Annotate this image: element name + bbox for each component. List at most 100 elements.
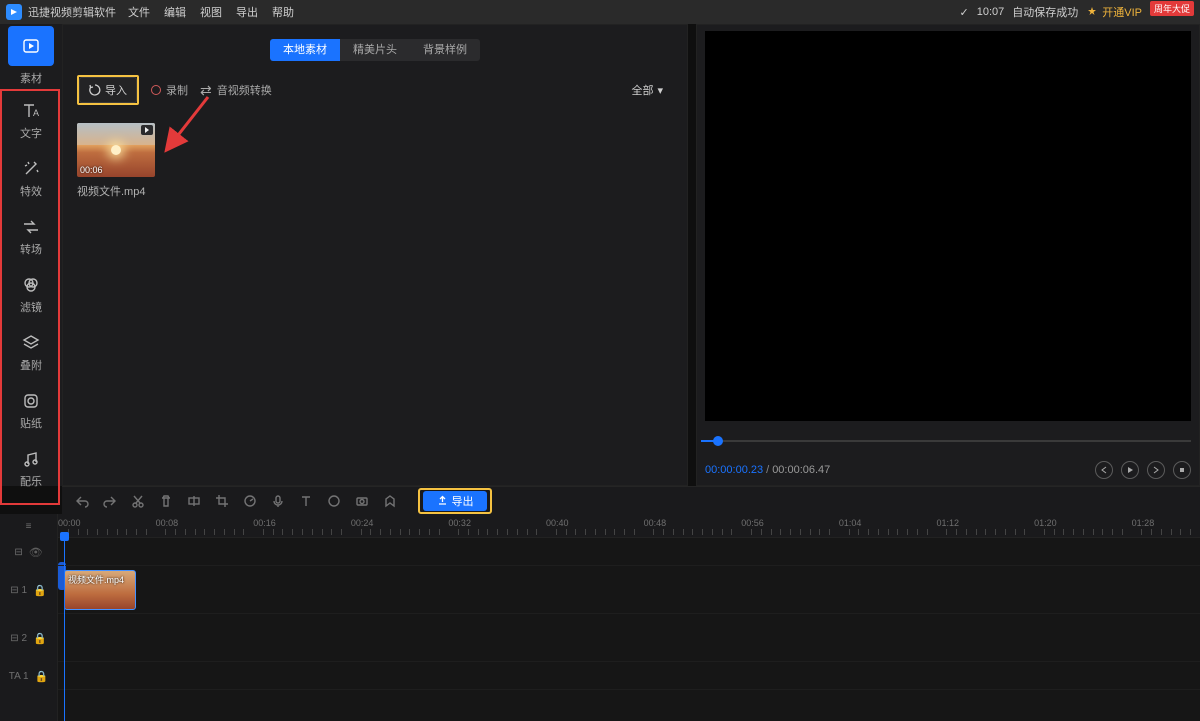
timeline-toolbar: 导出 (62, 486, 1200, 514)
stop-button[interactable] (1173, 461, 1191, 479)
annotation-export-box: 导出 (418, 488, 492, 514)
convert-icon: ⇄ (200, 82, 212, 99)
layers-icon (21, 333, 41, 353)
vip-button[interactable]: 开通VIP (1086, 4, 1142, 20)
music-icon (21, 449, 41, 469)
sidebar-item-sticker[interactable]: 贴纸 (0, 382, 62, 440)
record-button[interactable]: 录制 (151, 82, 188, 98)
media-clip-thumbnail[interactable]: 00:06 (77, 123, 155, 177)
clip-filename: 视频文件.mp4 (77, 183, 673, 199)
menu-edit[interactable]: 编辑 (164, 4, 186, 20)
tab-local[interactable]: 本地素材 (270, 39, 340, 61)
ruler-tick: 00:40 (546, 518, 569, 528)
play-icon (21, 36, 41, 56)
menu-file[interactable]: 文件 (128, 4, 150, 20)
transition-icon (21, 217, 41, 237)
tool-text[interactable] (298, 493, 314, 509)
vip-text: 开通VIP (1102, 4, 1142, 20)
tool-split[interactable] (186, 493, 202, 509)
convert-button[interactable]: ⇄ 音视频转换 (200, 82, 272, 99)
preview-time-current: 00:00:00.23 (705, 464, 763, 476)
ruler-tick: 00:08 (156, 518, 179, 528)
tool-voice[interactable] (270, 493, 286, 509)
tool-delete[interactable] (158, 493, 174, 509)
track-0[interactable] (58, 538, 1200, 566)
preview-time-total: 00:00:06.47 (772, 464, 830, 476)
menu-export[interactable]: 导出 (236, 4, 258, 20)
tool-speed[interactable] (242, 493, 258, 509)
tool-snapshot[interactable] (354, 493, 370, 509)
app-logo (6, 4, 22, 20)
chevron-down-icon: ▾ (657, 84, 663, 97)
sidebar-item-text[interactable]: A 文字 (0, 92, 62, 150)
tab-bg[interactable]: 背景样例 (410, 39, 480, 61)
check-icon: ✓ (960, 6, 969, 19)
timeline-track-headers: ≡ ⊟👁 ⊟ 1🔒 ⊟ 2🔒 TA 1🔒 (0, 514, 58, 721)
sidebar-item-media[interactable] (8, 26, 54, 66)
ruler-tick: 00:00 (58, 518, 81, 528)
clip-duration: 00:06 (80, 165, 103, 175)
tool-cut[interactable] (130, 493, 146, 509)
timeline-tracks[interactable]: 视频文件.mp4 (58, 538, 1200, 721)
magic-icon (21, 159, 41, 179)
media-panel: 本地素材 精美片头 背景样例 导入 录制 ⇄ 音视频转换 全部 ▾ 00:06 (62, 24, 688, 486)
track-1[interactable]: 视频文件.mp4 (58, 566, 1200, 614)
prev-frame-button[interactable] (1095, 461, 1113, 479)
track-header-0[interactable]: ⊟👁 (0, 538, 57, 566)
autosave-text: 自动保存成功 (1012, 4, 1078, 20)
menu-help[interactable]: 帮助 (272, 4, 294, 20)
svg-text:A: A (33, 108, 39, 118)
preview-seek-bar[interactable] (701, 433, 1191, 449)
promo-badge: 周年大促 (1150, 1, 1194, 16)
filter-icon (21, 275, 41, 295)
sticker-icon (21, 391, 41, 411)
sidebar-item-effects[interactable]: 特效 (0, 150, 62, 208)
tool-color[interactable] (326, 493, 342, 509)
sidebar-item-music[interactable]: 配乐 (0, 440, 62, 498)
left-sidebar: 素材 A 文字 特效 转场 滤镜 叠附 贴纸 配乐 (0, 24, 62, 486)
timeline: ≡ ⊟👁 ⊟ 1🔒 ⊟ 2🔒 TA 1🔒 00:00 00:08 00:16 00:2… (0, 514, 1200, 721)
sidebar-label-media: 素材 (0, 70, 62, 86)
timeline-playhead[interactable] (64, 534, 65, 721)
ruler-tick: 00:56 (741, 518, 764, 528)
ruler-tick: 00:24 (351, 518, 374, 528)
track-3[interactable] (58, 662, 1200, 690)
ruler-tick: 00:32 (448, 518, 471, 528)
ruler-tick: 01:12 (936, 518, 959, 528)
tool-crop[interactable] (214, 493, 230, 509)
title-bar: 迅捷视频剪辑软件 文件 编辑 视图 导出 帮助 ✓ 10:07 自动保存成功 开… (0, 0, 1200, 24)
tab-intro[interactable]: 精美片头 (340, 39, 410, 61)
ruler-tick: 01:20 (1034, 518, 1057, 528)
track-header-3[interactable]: TA 1🔒 (0, 662, 57, 690)
time-separator: / (766, 464, 769, 476)
annotation-import-box: 导入 (77, 75, 139, 105)
text-icon: A (21, 101, 41, 121)
track-header-menu[interactable]: ≡ (0, 514, 57, 538)
track-2[interactable] (58, 614, 1200, 662)
sidebar-item-transition[interactable]: 转场 (0, 208, 62, 266)
ruler-tick: 00:48 (644, 518, 667, 528)
ruler-tick: 00:16 (253, 518, 276, 528)
preview-panel: 00:00:00.23 / 00:00:06.47 (696, 24, 1200, 486)
import-button[interactable]: 导入 (79, 77, 137, 103)
filter-dropdown[interactable]: 全部 ▾ (631, 82, 673, 98)
play-button[interactable] (1121, 461, 1139, 479)
timeline-clip[interactable]: 视频文件.mp4 (64, 570, 136, 610)
export-button[interactable]: 导出 (423, 491, 487, 511)
clip-play-icon (141, 125, 153, 135)
track-header-2[interactable]: ⊟ 2🔒 (0, 614, 57, 662)
sidebar-item-overlay[interactable]: 叠附 (0, 324, 62, 382)
tool-marker[interactable] (382, 493, 398, 509)
tool-undo[interactable] (74, 493, 90, 509)
menu-view[interactable]: 视图 (200, 4, 222, 20)
media-tabs: 本地素材 精美片头 背景样例 (63, 25, 687, 61)
timeline-ruler[interactable]: 00:00 00:08 00:16 00:24 00:32 00:40 00:48 00:56… (58, 514, 1200, 538)
preview-video (705, 31, 1191, 421)
tool-redo[interactable] (102, 493, 118, 509)
record-icon (151, 85, 161, 95)
next-frame-button[interactable] (1147, 461, 1165, 479)
track-header-1[interactable]: ⊟ 1🔒 (0, 566, 57, 614)
autosave-time: 10:07 (977, 6, 1005, 18)
app-name: 迅捷视频剪辑软件 (28, 4, 116, 20)
sidebar-item-filter[interactable]: 滤镜 (0, 266, 62, 324)
